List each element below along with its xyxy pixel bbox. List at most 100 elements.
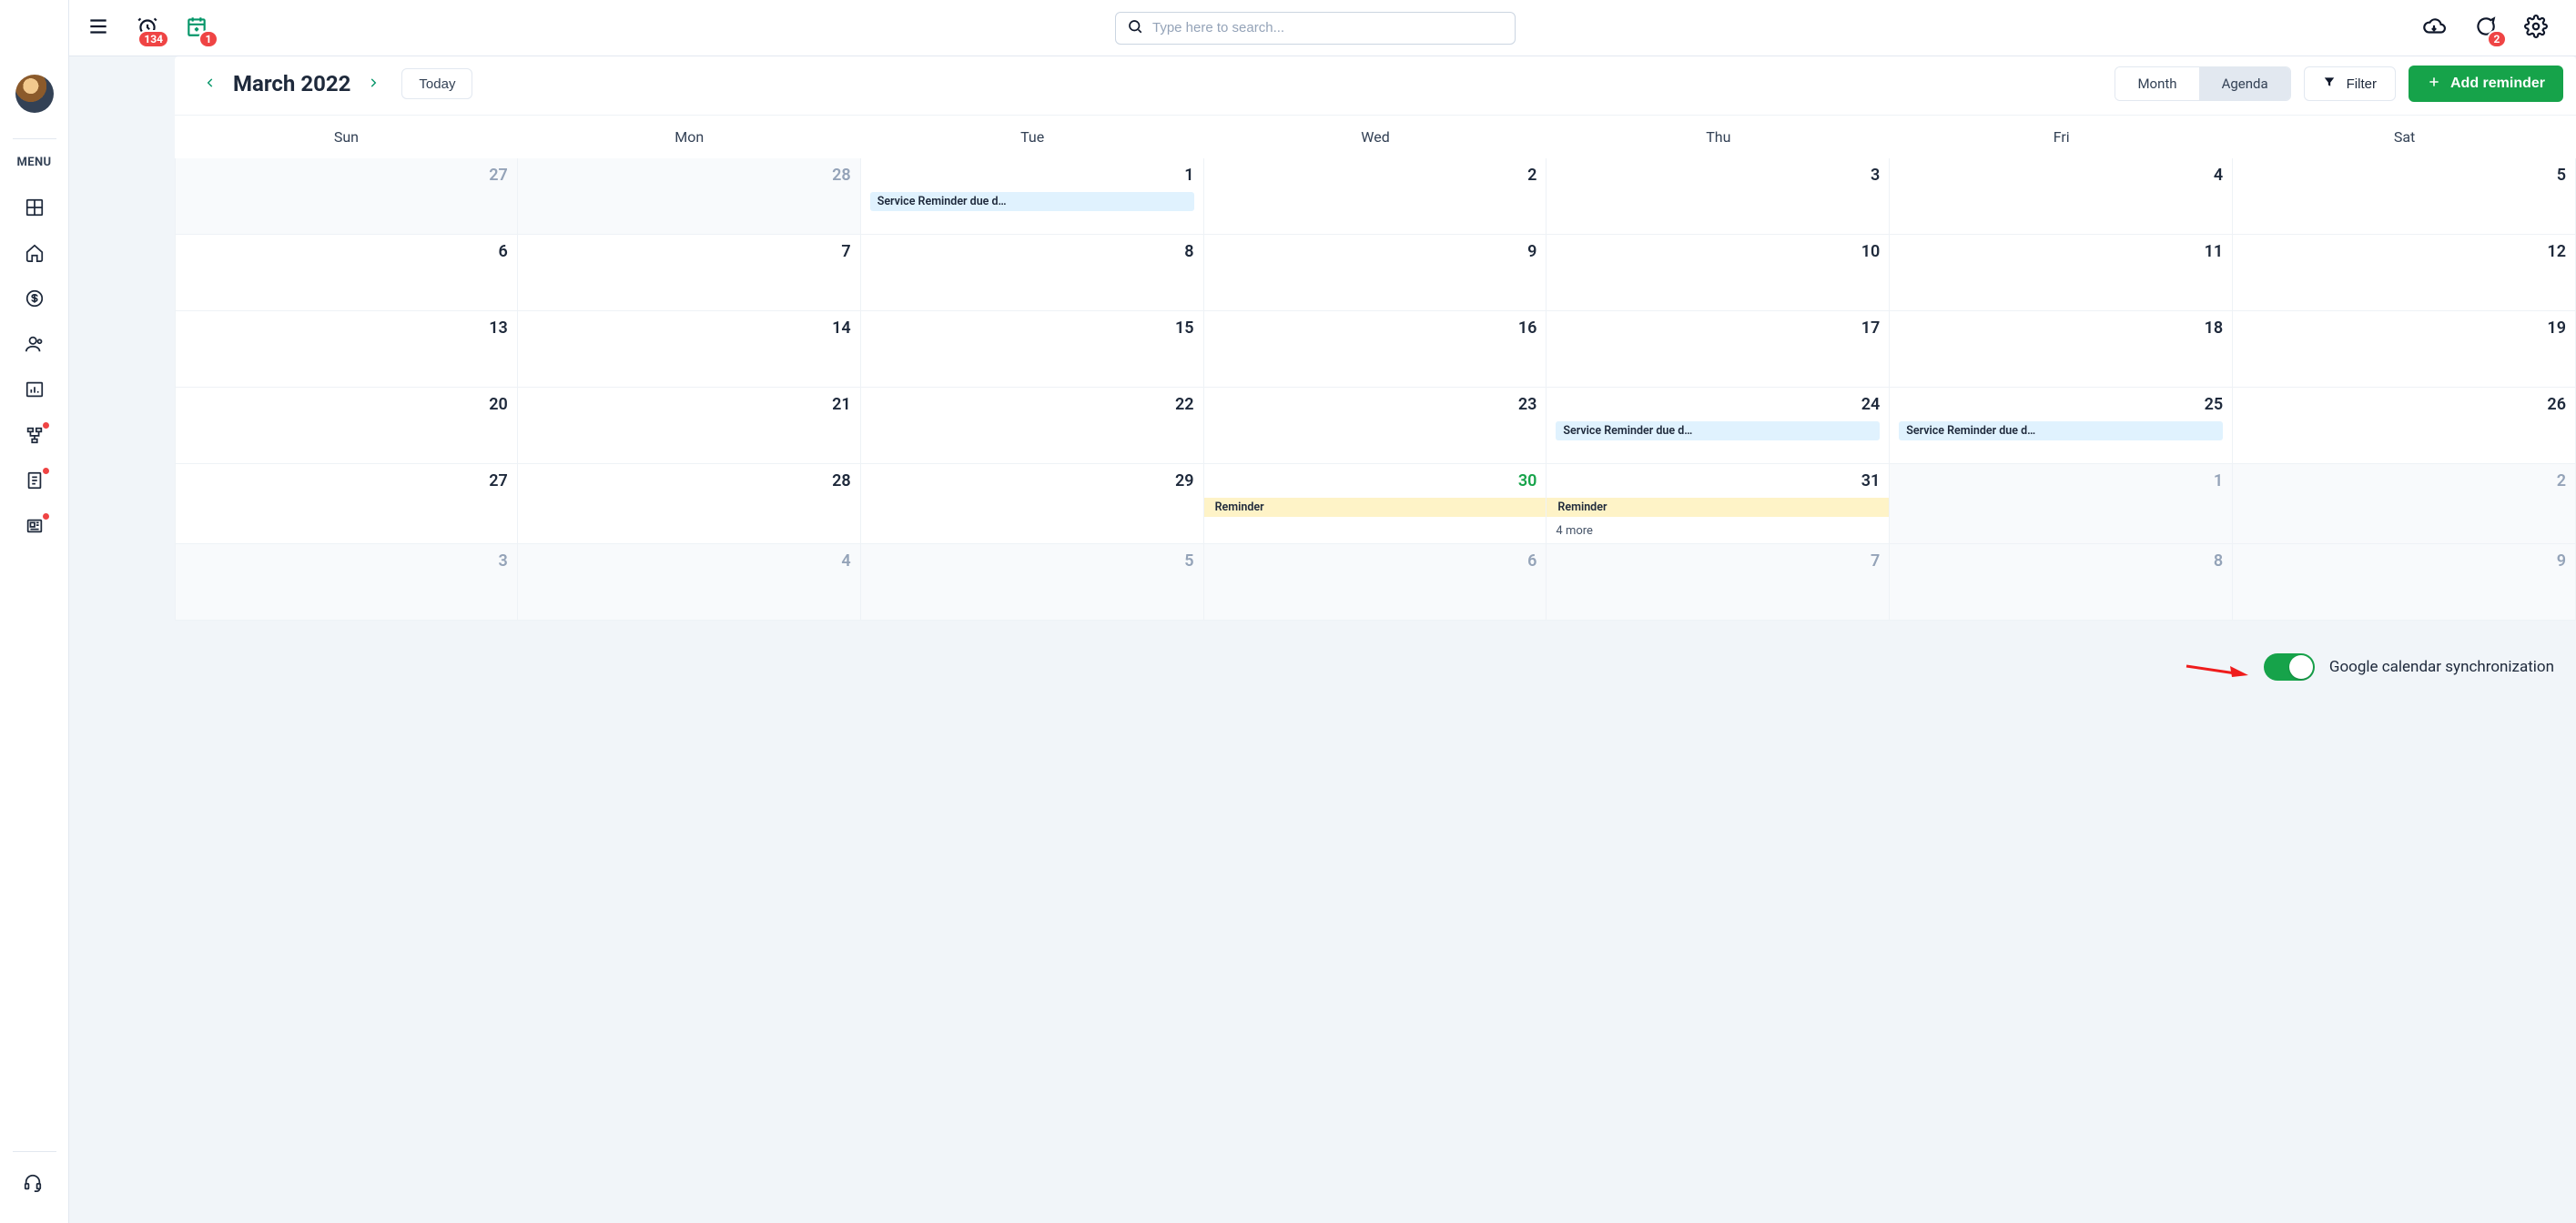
view-agenda-tab[interactable]: Agenda xyxy=(2200,67,2290,100)
nav-billing[interactable] xyxy=(15,280,55,320)
calendar-cell[interactable]: 25Service Reminder due d… xyxy=(1890,388,2233,464)
nav-documents[interactable] xyxy=(15,462,55,502)
avatar[interactable] xyxy=(15,75,54,113)
calendar-cell[interactable]: 27 xyxy=(175,464,518,544)
search-input[interactable] xyxy=(1152,20,1504,35)
calendar-cell[interactable]: 9 xyxy=(1204,235,1547,311)
filter-button[interactable]: Filter xyxy=(2304,66,2396,101)
calendar-cell[interactable]: 7 xyxy=(518,235,861,311)
day-number: 6 xyxy=(185,242,508,261)
calendar-cell[interactable]: 4 xyxy=(1890,158,2233,235)
calendar-button[interactable]: 1 xyxy=(180,12,213,45)
calendar-event[interactable]: Service Reminder due d… xyxy=(1556,421,1880,440)
day-number: 19 xyxy=(2242,318,2566,338)
download-button[interactable] xyxy=(2418,12,2450,45)
day-number: 27 xyxy=(185,471,508,490)
today-button[interactable]: Today xyxy=(401,68,472,99)
calendar-cell[interactable]: 29 xyxy=(861,464,1204,544)
calendar-cell[interactable]: 20 xyxy=(175,388,518,464)
nav-workflow[interactable] xyxy=(15,417,55,457)
menu-label: MENU xyxy=(16,156,51,169)
calendar-cell[interactable]: 13 xyxy=(175,311,518,388)
calendar-event[interactable]: Service Reminder due d… xyxy=(1899,421,2223,440)
calendar-event[interactable]: Service Reminder due d… xyxy=(870,192,1194,211)
calendar-cell[interactable]: 26 xyxy=(2233,388,2576,464)
calendar-cell[interactable]: 5 xyxy=(2233,158,2576,235)
nav-dashboard[interactable] xyxy=(15,189,55,229)
notification-dot-icon xyxy=(43,422,49,429)
calendar-cell[interactable]: 28 xyxy=(518,158,861,235)
calendar-cell[interactable]: 6 xyxy=(175,235,518,311)
day-number: 3 xyxy=(185,551,508,571)
day-number: 30 xyxy=(1213,471,1537,490)
calendar-cell[interactable]: 8 xyxy=(1890,544,2233,621)
nav-support[interactable] xyxy=(13,1165,53,1205)
calendar-cell[interactable]: 15 xyxy=(861,311,1204,388)
menu-toggle[interactable] xyxy=(82,12,115,45)
funnel-icon xyxy=(2323,76,2336,92)
calendar-cell[interactable]: 6 xyxy=(1204,544,1547,621)
calendar-cell[interactable]: 23 xyxy=(1204,388,1547,464)
messages-badge: 2 xyxy=(2487,30,2507,48)
calendar-cell[interactable]: 19 xyxy=(2233,311,2576,388)
prev-month-button[interactable] xyxy=(200,74,220,94)
calendar-cell[interactable]: 14 xyxy=(518,311,861,388)
add-reminder-button[interactable]: Add reminder xyxy=(2409,66,2563,102)
calendar-cell[interactable]: 22 xyxy=(861,388,1204,464)
view-month-tab[interactable]: Month xyxy=(2115,67,2199,100)
day-number: 17 xyxy=(1556,318,1880,338)
settings-button[interactable] xyxy=(2520,12,2552,45)
nav-people[interactable] xyxy=(15,326,55,366)
messages-button[interactable]: 2 xyxy=(2469,12,2501,45)
chevron-left-icon xyxy=(204,76,217,93)
calendar-cell[interactable]: 4 xyxy=(518,544,861,621)
calendar-cell[interactable]: 5 xyxy=(861,544,1204,621)
weekday-label: Tue xyxy=(861,116,1204,158)
calendar-event[interactable]: Reminder xyxy=(1204,498,1547,517)
calendar-cell[interactable]: 27 xyxy=(175,158,518,235)
calendar-cell[interactable]: 12 xyxy=(2233,235,2576,311)
calendar-cell[interactable]: 21 xyxy=(518,388,861,464)
annotation-arrow-icon xyxy=(2185,657,2248,686)
calendar-cell[interactable]: 10 xyxy=(1547,235,1890,311)
alarm-button[interactable]: 134 xyxy=(131,12,164,45)
sync-toggle[interactable] xyxy=(2264,653,2315,681)
calendar-event[interactable]: Reminder xyxy=(1547,498,1889,517)
day-number: 22 xyxy=(870,395,1194,414)
calendar-cell[interactable]: 11 xyxy=(1890,235,2233,311)
calendar-cell[interactable]: 24Service Reminder due d… xyxy=(1547,388,1890,464)
calendar-cell[interactable]: 7 xyxy=(1547,544,1890,621)
day-number: 10 xyxy=(1556,242,1880,261)
day-number: 4 xyxy=(527,551,851,571)
filter-label: Filter xyxy=(2347,76,2377,92)
calendar-cell[interactable]: 16 xyxy=(1204,311,1547,388)
more-events-link[interactable]: 4 more xyxy=(1556,524,1880,538)
calendar-cell[interactable]: 30 Reminder xyxy=(1204,464,1547,544)
day-number: 16 xyxy=(1213,318,1537,338)
calendar-cell[interactable]: 17 xyxy=(1547,311,1890,388)
calendar-cell[interactable]: 18 xyxy=(1890,311,2233,388)
weekday-label: Fri xyxy=(1890,116,2233,158)
calendar-cell[interactable]: 2 xyxy=(2233,464,2576,544)
add-reminder-label: Add reminder xyxy=(2450,76,2545,92)
nav-home[interactable] xyxy=(15,235,55,275)
search-box[interactable] xyxy=(1115,12,1516,45)
day-number: 9 xyxy=(1213,242,1537,261)
calendar-cell[interactable]: 3 xyxy=(1547,158,1890,235)
calendar-cell[interactable]: 3 xyxy=(175,544,518,621)
rail-divider xyxy=(13,1151,56,1152)
document-icon xyxy=(25,470,45,494)
nav-reports[interactable] xyxy=(15,371,55,411)
calendar-cell[interactable]: 8 xyxy=(861,235,1204,311)
nav-news[interactable] xyxy=(15,508,55,548)
calendar-cell[interactable]: 28 xyxy=(518,464,861,544)
sync-label: Google calendar synchronization xyxy=(2329,658,2554,676)
day-number: 5 xyxy=(870,551,1194,571)
calendar-cell[interactable]: 1 Service Reminder due d… xyxy=(861,158,1204,235)
calendar-cell[interactable]: 9 xyxy=(2233,544,2576,621)
calendar-cell[interactable]: 2 xyxy=(1204,158,1547,235)
calendar-cell[interactable]: 1 xyxy=(1890,464,2233,544)
calendar-cell[interactable]: 31Reminder4 more xyxy=(1547,464,1890,544)
day-number: 1 xyxy=(870,166,1194,185)
next-month-button[interactable] xyxy=(363,74,383,94)
